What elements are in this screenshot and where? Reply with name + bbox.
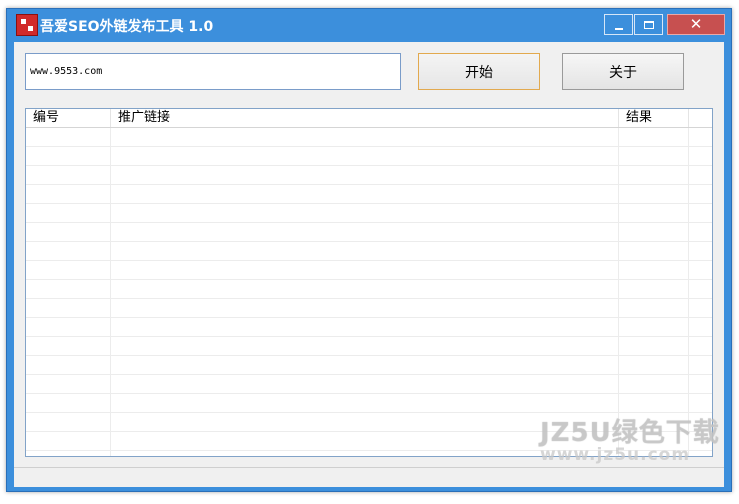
maximize-button[interactable] bbox=[634, 14, 663, 35]
table-row bbox=[26, 318, 712, 337]
column-header-result[interactable]: 结果 bbox=[619, 109, 689, 127]
table-body[interactable] bbox=[26, 128, 712, 456]
status-text bbox=[14, 473, 20, 486]
table-row bbox=[26, 223, 712, 242]
watermark-url-text: www.jz5u.com bbox=[540, 445, 691, 465]
table-row bbox=[26, 394, 712, 413]
title-bar[interactable]: 吾爱SEO外链发布工具 1.0 ✕ bbox=[7, 9, 731, 41]
column-header-link[interactable]: 推广链接 bbox=[111, 109, 619, 127]
table-row bbox=[26, 185, 712, 204]
table-row bbox=[26, 356, 712, 375]
minimize-button[interactable] bbox=[604, 14, 633, 35]
table-row bbox=[26, 128, 712, 147]
table-row bbox=[26, 375, 712, 394]
table-row bbox=[26, 261, 712, 280]
app-logo-icon bbox=[16, 14, 38, 36]
url-input[interactable] bbox=[25, 53, 401, 90]
table-header: 编号 推广链接 结果 bbox=[26, 109, 712, 128]
column-header-number[interactable]: 编号 bbox=[26, 109, 111, 127]
close-icon: ✕ bbox=[689, 15, 703, 33]
table-row bbox=[26, 280, 712, 299]
table-row bbox=[26, 166, 712, 185]
maximize-icon bbox=[643, 20, 654, 29]
close-button[interactable]: ✕ bbox=[667, 14, 725, 35]
table-row bbox=[26, 242, 712, 261]
watermark-logo-text: JZ5U绿色下载 bbox=[540, 418, 720, 448]
window-title: 吾爱SEO外链发布工具 1.0 bbox=[40, 19, 214, 35]
table-row bbox=[26, 337, 712, 356]
table-row bbox=[26, 147, 712, 166]
minimize-icon bbox=[614, 27, 623, 30]
results-table[interactable]: 编号 推广链接 结果 bbox=[25, 108, 713, 457]
about-button[interactable]: 关于 bbox=[562, 53, 684, 90]
column-header-filler bbox=[689, 109, 712, 127]
status-bar bbox=[14, 467, 724, 487]
start-button[interactable]: 开始 bbox=[418, 53, 540, 90]
table-row bbox=[26, 204, 712, 223]
table-row bbox=[26, 299, 712, 318]
